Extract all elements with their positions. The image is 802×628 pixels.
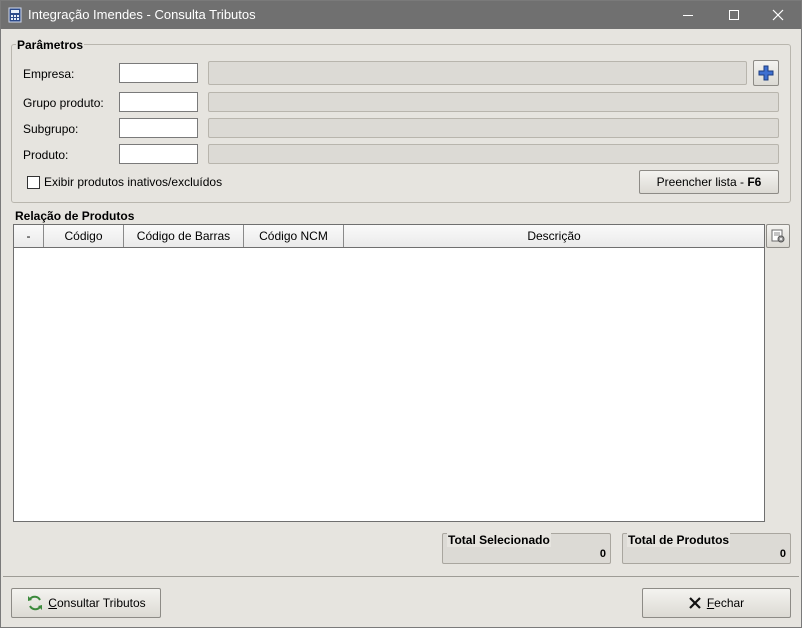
- empresa-code-input[interactable]: [119, 63, 198, 83]
- parametros-legend: Parâmetros: [16, 38, 85, 52]
- fechar-label: echar: [714, 596, 745, 610]
- produto-description-field: [208, 144, 779, 164]
- consultar-tributos-button[interactable]: Consultar Tributos: [11, 588, 161, 618]
- main-window: Integração Imendes - Consulta Tributos P…: [0, 0, 802, 628]
- empresa-description-field: [208, 61, 747, 85]
- refresh-icon: [28, 595, 43, 611]
- minimize-icon: [683, 15, 693, 16]
- column-header-codigo-barras[interactable]: Código de Barras: [124, 225, 244, 247]
- x-icon: [689, 597, 701, 609]
- column-header-codigo-ncm[interactable]: Código NCM: [244, 225, 344, 247]
- produto-code-input[interactable]: [119, 144, 198, 164]
- total-selecionado-value: 0: [599, 548, 606, 560]
- total-produtos-value: 0: [779, 548, 786, 560]
- subgrupo-label: Subgrupo:: [23, 122, 79, 136]
- maximize-icon: [729, 10, 739, 20]
- close-button[interactable]: [755, 1, 801, 29]
- total-produtos-box: Total de Produtos 0: [622, 533, 791, 564]
- subgrupo-description-field: [208, 118, 779, 138]
- consultar-label: onsultar Tributos: [56, 596, 146, 610]
- minimize-button[interactable]: [665, 1, 711, 29]
- inativos-checkbox[interactable]: [27, 176, 40, 189]
- close-icon: [772, 9, 784, 21]
- subgrupo-code-input[interactable]: [119, 118, 198, 138]
- column-header-descricao[interactable]: Descrição: [344, 225, 764, 247]
- grid-options-button[interactable]: [766, 224, 790, 248]
- title-bar[interactable]: Integração Imendes - Consulta Tributos: [1, 1, 801, 29]
- grupo-produto-description-field: [208, 92, 779, 112]
- grupo-produto-code-input[interactable]: [119, 92, 198, 112]
- total-selecionado-label: Total Selecionado: [447, 533, 551, 547]
- fechar-button[interactable]: Fechar: [642, 588, 791, 618]
- total-selecionado-box: Total Selecionado 0: [442, 533, 611, 564]
- relacao-produtos-legend: Relação de Produtos: [15, 209, 135, 223]
- consultar-accel: C: [48, 596, 57, 610]
- column-header-codigo[interactable]: Código: [44, 225, 124, 247]
- produtos-grid[interactable]: - Código Código de Barras Código NCM Des…: [13, 224, 765, 522]
- plus-icon: [758, 65, 774, 81]
- maximize-button[interactable]: [711, 1, 757, 29]
- preencher-lista-button[interactable]: Preencher lista - F6: [639, 170, 779, 194]
- column-header-select[interactable]: -: [14, 225, 44, 247]
- app-icon: [8, 7, 22, 23]
- fechar-accel: F: [706, 596, 715, 610]
- window-title: Integração Imendes - Consulta Tributos: [28, 7, 256, 22]
- add-empresa-button[interactable]: [753, 60, 779, 86]
- inativos-checkbox-label[interactable]: Exibir produtos inativos/excluídos: [44, 175, 222, 189]
- grupo-produto-label: Grupo produto:: [23, 96, 104, 110]
- grid-settings-icon: [771, 229, 785, 243]
- preencher-lista-shortcut: F6: [747, 175, 762, 189]
- total-produtos-label: Total de Produtos: [627, 533, 731, 547]
- produto-label: Produto:: [23, 148, 69, 162]
- preencher-lista-label: Preencher lista -: [656, 175, 748, 189]
- footer-separator: [3, 576, 799, 577]
- grid-header: - Código Código de Barras Código NCM Des…: [14, 225, 764, 248]
- empresa-label: Empresa:: [23, 67, 75, 81]
